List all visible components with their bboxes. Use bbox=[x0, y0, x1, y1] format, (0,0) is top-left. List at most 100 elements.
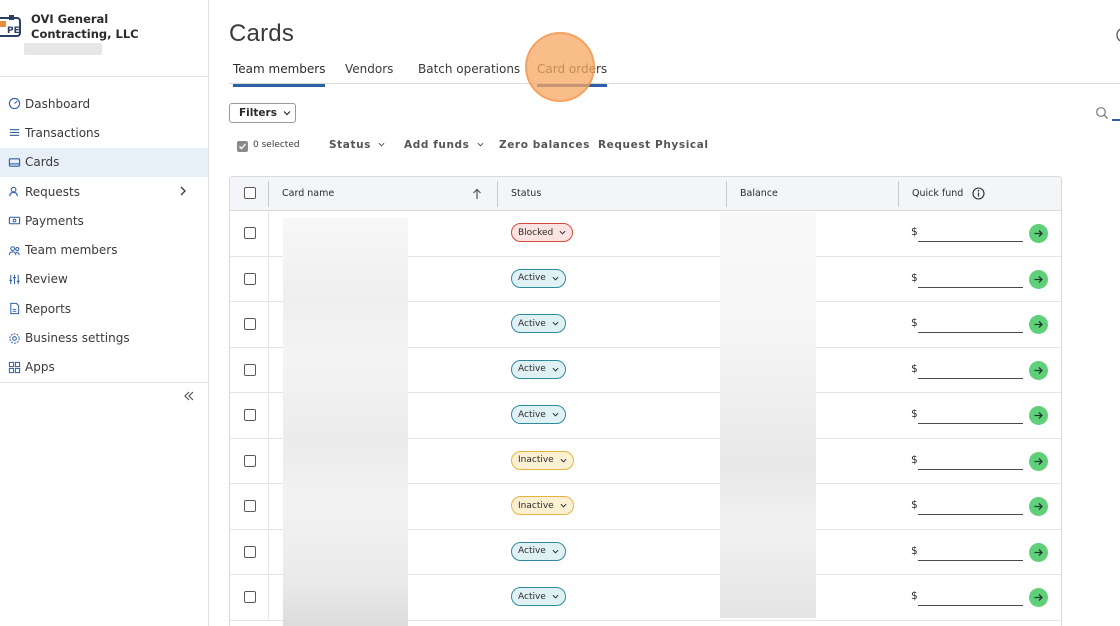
status-dropdown-label: Status bbox=[329, 139, 372, 151]
status-badge[interactable]: Active bbox=[511, 405, 566, 424]
row-checkbox[interactable] bbox=[244, 318, 256, 330]
currency-symbol: $ bbox=[911, 544, 918, 557]
arrow-right-icon bbox=[1034, 412, 1043, 419]
chevron-down-icon bbox=[283, 111, 291, 116]
tab-card-orders[interactable]: Card orders bbox=[537, 62, 608, 87]
column-header-status[interactable]: Status bbox=[511, 188, 541, 199]
column-divider bbox=[268, 302, 269, 348]
sidebar-item-transactions[interactable]: Transactions bbox=[0, 118, 208, 147]
sidebar-item-label: Reports bbox=[25, 301, 72, 316]
zero-balances-button[interactable]: Zero balances bbox=[499, 139, 590, 151]
status-badge[interactable]: Active bbox=[511, 587, 566, 606]
sidebar-item-label: Review bbox=[25, 272, 68, 287]
report-icon bbox=[10, 303, 20, 315]
quick-fund-input[interactable] bbox=[918, 584, 1023, 606]
status-badge-label: Blocked bbox=[518, 227, 554, 238]
status-dropdown[interactable]: Status bbox=[329, 139, 385, 151]
tab-team-members[interactable]: Team members bbox=[233, 62, 326, 87]
chevron-down-icon bbox=[560, 503, 567, 508]
collapse-sidebar-icon[interactable] bbox=[182, 389, 196, 403]
status-badge[interactable]: Active bbox=[511, 268, 566, 288]
quick-fund-submit-button[interactable] bbox=[1029, 406, 1048, 425]
status-badge[interactable]: Blocked bbox=[511, 223, 574, 242]
quick-fund-input[interactable] bbox=[918, 311, 1023, 333]
select-all-checkbox[interactable] bbox=[244, 187, 256, 199]
balance-redacted bbox=[720, 212, 816, 618]
status-badge[interactable]: Inactive bbox=[511, 496, 574, 515]
row-checkbox[interactable] bbox=[244, 363, 256, 376]
add-funds-label: Add funds bbox=[404, 139, 470, 151]
status-badge[interactable]: Inactive bbox=[511, 450, 574, 470]
sidebar-item-payments[interactable]: Payments bbox=[0, 206, 208, 235]
column-header-quick-fund: Quick fund bbox=[912, 188, 964, 199]
sidebar-item-label: Dashboard bbox=[25, 96, 91, 111]
tab-vendors[interactable]: Vendors bbox=[345, 62, 393, 84]
sidebar-item-label: Requests bbox=[25, 184, 80, 199]
status-badge[interactable]: Active bbox=[511, 541, 566, 561]
row-checkbox[interactable] bbox=[244, 454, 256, 467]
filters-label: Filters bbox=[239, 107, 277, 119]
chevron-right-icon[interactable] bbox=[178, 185, 188, 197]
column-header-card-name[interactable]: Card name bbox=[282, 188, 334, 199]
quick-fund-input[interactable] bbox=[918, 402, 1023, 424]
filters-button[interactable]: Filters bbox=[229, 103, 296, 123]
quick-fund-input[interactable] bbox=[918, 265, 1023, 288]
arrow-right-icon bbox=[1034, 503, 1043, 510]
sidebar-item-team-members[interactable]: Team members bbox=[0, 235, 208, 264]
sidebar-item-label: Business settings bbox=[25, 331, 130, 346]
status-badge[interactable]: Active bbox=[511, 359, 566, 379]
quick-fund-input[interactable] bbox=[918, 356, 1023, 379]
row-checkbox[interactable] bbox=[244, 500, 256, 512]
sidebar-item-reports[interactable]: Reports bbox=[0, 294, 208, 323]
quick-fund-input[interactable] bbox=[918, 220, 1023, 242]
org-subtitle-redacted bbox=[24, 43, 102, 55]
row-checkbox[interactable] bbox=[244, 227, 256, 239]
request-physical-button[interactable]: Request Physical bbox=[598, 139, 709, 151]
sidebar-item-cards[interactable]: Cards bbox=[0, 147, 208, 177]
arrow-right-icon bbox=[1034, 366, 1043, 374]
arrow-right-icon bbox=[1034, 321, 1043, 328]
quick-fund-submit-button[interactable] bbox=[1029, 269, 1048, 289]
quick-fund-input[interactable] bbox=[918, 447, 1023, 470]
currency-symbol: $ bbox=[911, 590, 918, 602]
team-icon bbox=[8, 245, 20, 255]
quick-fund-submit-button[interactable] bbox=[1029, 224, 1048, 243]
column-header-balance[interactable]: Balance bbox=[740, 188, 778, 199]
status-badge[interactable]: Active bbox=[511, 314, 566, 333]
sidebar-item-apps[interactable]: Apps bbox=[0, 353, 208, 382]
quick-fund-input[interactable] bbox=[918, 538, 1023, 561]
status-badge-label: Active bbox=[518, 409, 546, 420]
column-divider bbox=[268, 393, 269, 439]
quick-fund-submit-button[interactable] bbox=[1029, 451, 1048, 471]
sidebar-nav: Dashboard Transactions Cards Requests Pa… bbox=[0, 89, 208, 382]
sort-ascending-icon[interactable] bbox=[472, 188, 482, 200]
quick-fund-submit-button[interactable] bbox=[1029, 360, 1048, 380]
payment-icon bbox=[8, 217, 21, 225]
info-icon[interactable] bbox=[972, 187, 985, 200]
sidebar-item-requests[interactable]: Requests bbox=[0, 177, 208, 206]
sidebar-item-label: Payments bbox=[25, 213, 84, 228]
row-checkbox[interactable] bbox=[244, 409, 256, 421]
help-icon[interactable] bbox=[1114, 26, 1120, 44]
quick-fund-submit-button[interactable] bbox=[1029, 542, 1048, 562]
search-icon[interactable] bbox=[1095, 106, 1109, 120]
row-checkbox[interactable] bbox=[244, 545, 256, 558]
sidebar-item-business-settings[interactable]: Business settings bbox=[0, 323, 208, 352]
select-all-toggle[interactable] bbox=[237, 141, 248, 152]
quick-fund-submit-button[interactable] bbox=[1029, 588, 1048, 607]
dashboard-icon bbox=[8, 97, 21, 110]
chevron-down-icon bbox=[552, 321, 559, 326]
add-funds-dropdown[interactable]: Add funds bbox=[404, 139, 484, 151]
tab-batch-operations[interactable]: Batch operations bbox=[418, 62, 520, 84]
sidebar-item-dashboard[interactable]: Dashboard bbox=[0, 89, 208, 118]
quick-fund-submit-button[interactable] bbox=[1029, 315, 1048, 334]
row-checkbox[interactable] bbox=[244, 591, 256, 603]
sidebar-item-review[interactable]: Review bbox=[0, 265, 208, 294]
row-checkbox[interactable] bbox=[244, 272, 256, 285]
chevron-down-icon bbox=[552, 367, 559, 372]
search-input[interactable] bbox=[1112, 103, 1120, 121]
quick-fund-input[interactable] bbox=[918, 493, 1023, 515]
org-header[interactable]: PE OVI General Contracting, LLC bbox=[0, 0, 208, 77]
quick-fund-submit-button[interactable] bbox=[1029, 497, 1048, 516]
status-badge-label: Inactive bbox=[518, 455, 554, 465]
